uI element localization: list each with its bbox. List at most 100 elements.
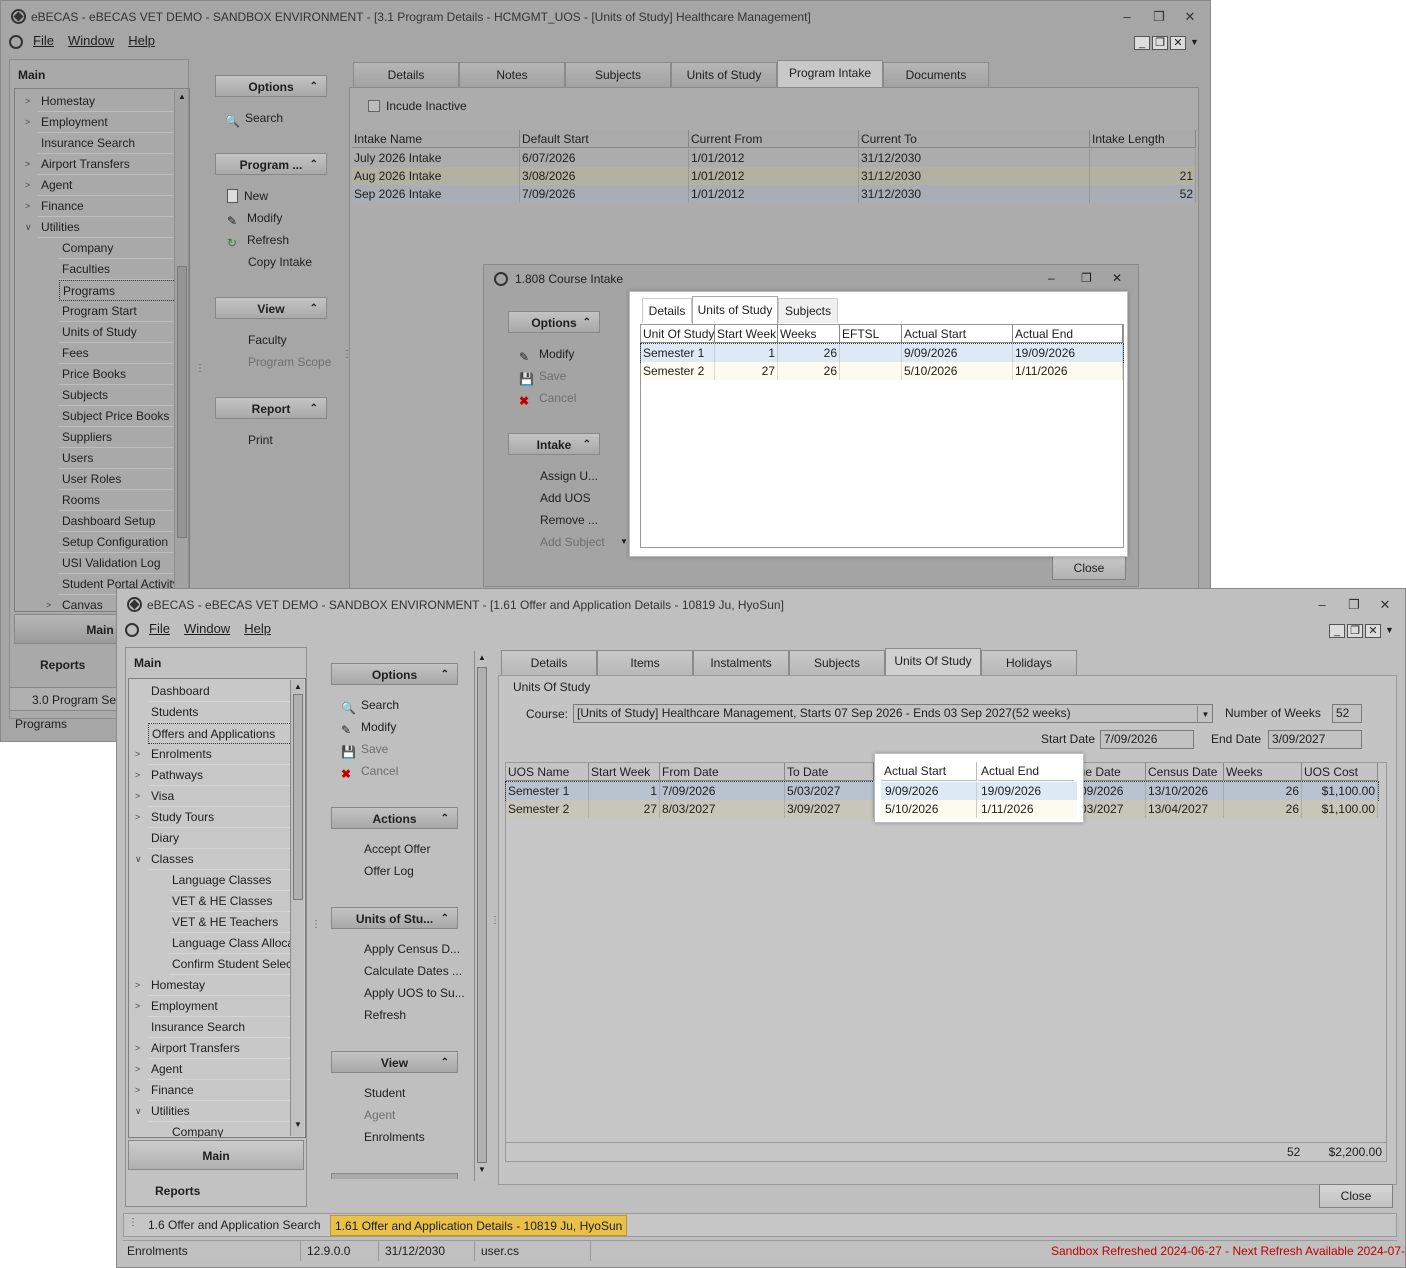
tree-item[interactable]: Agent bbox=[38, 175, 188, 196]
chevron-down-icon[interactable]: ▼ bbox=[1197, 706, 1213, 723]
splitter-grip-icon[interactable]: ⋮ bbox=[311, 919, 321, 930]
tree-item[interactable]: Utilities bbox=[148, 1101, 298, 1122]
copy-intake-action[interactable]: Copy Intake bbox=[248, 253, 312, 271]
app-menu-icon[interactable] bbox=[125, 622, 139, 637]
column-header[interactable]: UOS Cost bbox=[1302, 763, 1378, 781]
close-button[interactable]: Close bbox=[1319, 1184, 1393, 1208]
tree-item[interactable]: Finance bbox=[38, 196, 188, 217]
chevron-right-icon[interactable]: > bbox=[25, 175, 30, 196]
app-menu-icon[interactable] bbox=[9, 34, 23, 49]
include-inactive-checkbox[interactable] bbox=[368, 100, 380, 112]
scroll-thumb[interactable] bbox=[177, 266, 187, 538]
apply-census-action[interactable]: Apply Census D... bbox=[364, 940, 460, 958]
mdi-dropdown-icon[interactable]: ▼ bbox=[1385, 625, 1394, 635]
tab-units-of-study[interactable]: Units of Study bbox=[671, 62, 777, 87]
splitter-grip-icon[interactable]: ⋮ bbox=[195, 363, 205, 374]
dialog-tab-details[interactable]: Details bbox=[642, 298, 692, 323]
search-action[interactable]: 🔍 Search bbox=[225, 109, 283, 128]
scroll-up-icon[interactable]: ▲ bbox=[478, 653, 486, 662]
column-header[interactable]: Actual End bbox=[978, 762, 1074, 781]
search-action[interactable]: 🔍 Search bbox=[341, 696, 399, 715]
cancel-action[interactable]: ✖ Cancel bbox=[341, 762, 398, 781]
tree-item[interactable]: Company bbox=[59, 238, 188, 259]
tree-item[interactable]: Homestay bbox=[148, 975, 298, 996]
tree-item[interactable]: Insurance Search bbox=[38, 133, 188, 154]
column-header[interactable]: Intake Name bbox=[352, 130, 520, 148]
agent-action[interactable]: Agent bbox=[364, 1106, 395, 1124]
column-header[interactable]: Current To bbox=[859, 130, 1090, 148]
chevron-right-icon[interactable]: > bbox=[25, 112, 30, 133]
chevron-right-icon[interactable]: > bbox=[135, 786, 140, 807]
column-header[interactable]: From Date bbox=[660, 763, 785, 781]
intake-section-header[interactable]: Intake ⌃ bbox=[508, 433, 600, 455]
scroll-down-icon[interactable]: ▼ bbox=[294, 1120, 302, 1129]
remove-action[interactable]: Remove ... bbox=[540, 511, 598, 529]
scroll-down-icon[interactable]: ▼ bbox=[620, 537, 628, 546]
chevron-down-icon[interactable]: ∨ bbox=[135, 849, 142, 870]
new-action[interactable]: New bbox=[227, 187, 268, 205]
chevron-right-icon[interactable]: > bbox=[135, 996, 140, 1017]
tree-item[interactable]: Setup Configuration bbox=[59, 532, 188, 553]
column-header[interactable]: EFTSL bbox=[840, 325, 902, 343]
dialog-save-action[interactable]: 💾 Save bbox=[519, 367, 566, 386]
tab-units-of-study[interactable]: Units Of Study bbox=[885, 648, 981, 675]
chevron-right-icon[interactable]: > bbox=[25, 91, 30, 112]
chevron-right-icon[interactable]: > bbox=[135, 1038, 140, 1059]
column-header[interactable]: Census Date bbox=[1146, 763, 1224, 781]
restore-icon[interactable]: ❐ bbox=[1081, 271, 1092, 285]
minimize-icon[interactable]: – bbox=[1048, 271, 1055, 285]
print-action[interactable]: Print bbox=[248, 431, 273, 449]
tree-item[interactable]: Homestay bbox=[38, 91, 188, 112]
taskbar-offer-details[interactable]: 1.61 Offer and Application Details - 108… bbox=[330, 1215, 628, 1236]
menu-file[interactable]: File bbox=[33, 33, 54, 48]
restore-icon[interactable]: ❐ bbox=[1149, 8, 1169, 26]
faculty-action[interactable]: Faculty bbox=[248, 331, 287, 349]
add-uos-action[interactable]: Add UOS bbox=[540, 489, 591, 507]
close-icon[interactable]: ✕ bbox=[1375, 596, 1395, 614]
menu-window[interactable]: Window bbox=[184, 621, 230, 636]
dialog-close-button[interactable]: Close bbox=[1052, 556, 1126, 580]
scroll-down-icon[interactable]: ▼ bbox=[478, 1165, 486, 1174]
menu-window[interactable]: Window bbox=[68, 33, 114, 48]
column-header[interactable]: UOS Name bbox=[506, 763, 589, 781]
tab-subjects[interactable]: Subjects bbox=[789, 650, 885, 675]
chevron-right-icon[interactable]: > bbox=[135, 765, 140, 786]
dialog-tab-units-of-study[interactable]: Units of Study bbox=[692, 296, 778, 324]
save-action[interactable]: 💾 Save bbox=[341, 740, 388, 759]
mdi-restore-icon[interactable]: ❐ bbox=[1152, 36, 1168, 50]
start-date-field[interactable]: 7/09/2026 bbox=[1100, 730, 1194, 749]
chevron-right-icon[interactable]: > bbox=[25, 154, 30, 175]
tree-item[interactable]: VET & HE Classes bbox=[169, 891, 298, 912]
column-header[interactable]: Current From bbox=[689, 130, 859, 148]
menu-help[interactable]: Help bbox=[128, 33, 155, 48]
calculate-dates-action[interactable]: Calculate Dates ... bbox=[364, 962, 462, 980]
tree-item[interactable]: User Roles bbox=[59, 469, 188, 490]
scroll-thumb[interactable] bbox=[477, 667, 487, 1163]
end-date-field[interactable]: 3/09/2027 bbox=[1268, 730, 1362, 749]
tree-item[interactable]: VET & HE Teachers bbox=[169, 912, 298, 933]
restore-icon[interactable]: ❐ bbox=[1344, 596, 1364, 614]
chevron-down-icon[interactable]: ∨ bbox=[135, 1101, 142, 1122]
column-header[interactable]: Weeks bbox=[1224, 763, 1302, 781]
column-header[interactable]: Actual End bbox=[1013, 325, 1123, 343]
scroll-up-icon[interactable]: ▲ bbox=[178, 92, 186, 101]
close-icon[interactable]: ✕ bbox=[1180, 8, 1200, 26]
student-action[interactable]: Student bbox=[364, 1084, 405, 1102]
refresh-action[interactable]: Refresh bbox=[364, 1006, 406, 1024]
column-header[interactable]: Weeks bbox=[778, 325, 840, 343]
chevron-right-icon[interactable]: > bbox=[135, 975, 140, 996]
column-header[interactable]: Actual Start bbox=[902, 325, 1013, 343]
tab-instalments[interactable]: Instalments bbox=[693, 650, 789, 675]
tree-item[interactable]: Study Tours bbox=[148, 807, 298, 828]
number-of-weeks-field[interactable]: 52 bbox=[1332, 704, 1362, 723]
menu-help[interactable]: Help bbox=[244, 621, 271, 636]
tree-item[interactable]: Faculties bbox=[59, 259, 188, 280]
tree-item[interactable]: Airport Transfers bbox=[148, 1038, 298, 1059]
uos-section-header[interactable]: Units of Stu... ⌃ bbox=[331, 907, 458, 929]
column-header[interactable]: To Date bbox=[785, 763, 874, 781]
chevron-down-icon[interactable]: ∨ bbox=[25, 217, 32, 238]
column-header[interactable]: Unit Of Study bbox=[641, 325, 715, 343]
column-header[interactable]: Default Start bbox=[520, 130, 689, 148]
modify-action[interactable]: ✎ Modify bbox=[341, 718, 396, 737]
tree-item[interactable]: Finance bbox=[148, 1080, 298, 1101]
